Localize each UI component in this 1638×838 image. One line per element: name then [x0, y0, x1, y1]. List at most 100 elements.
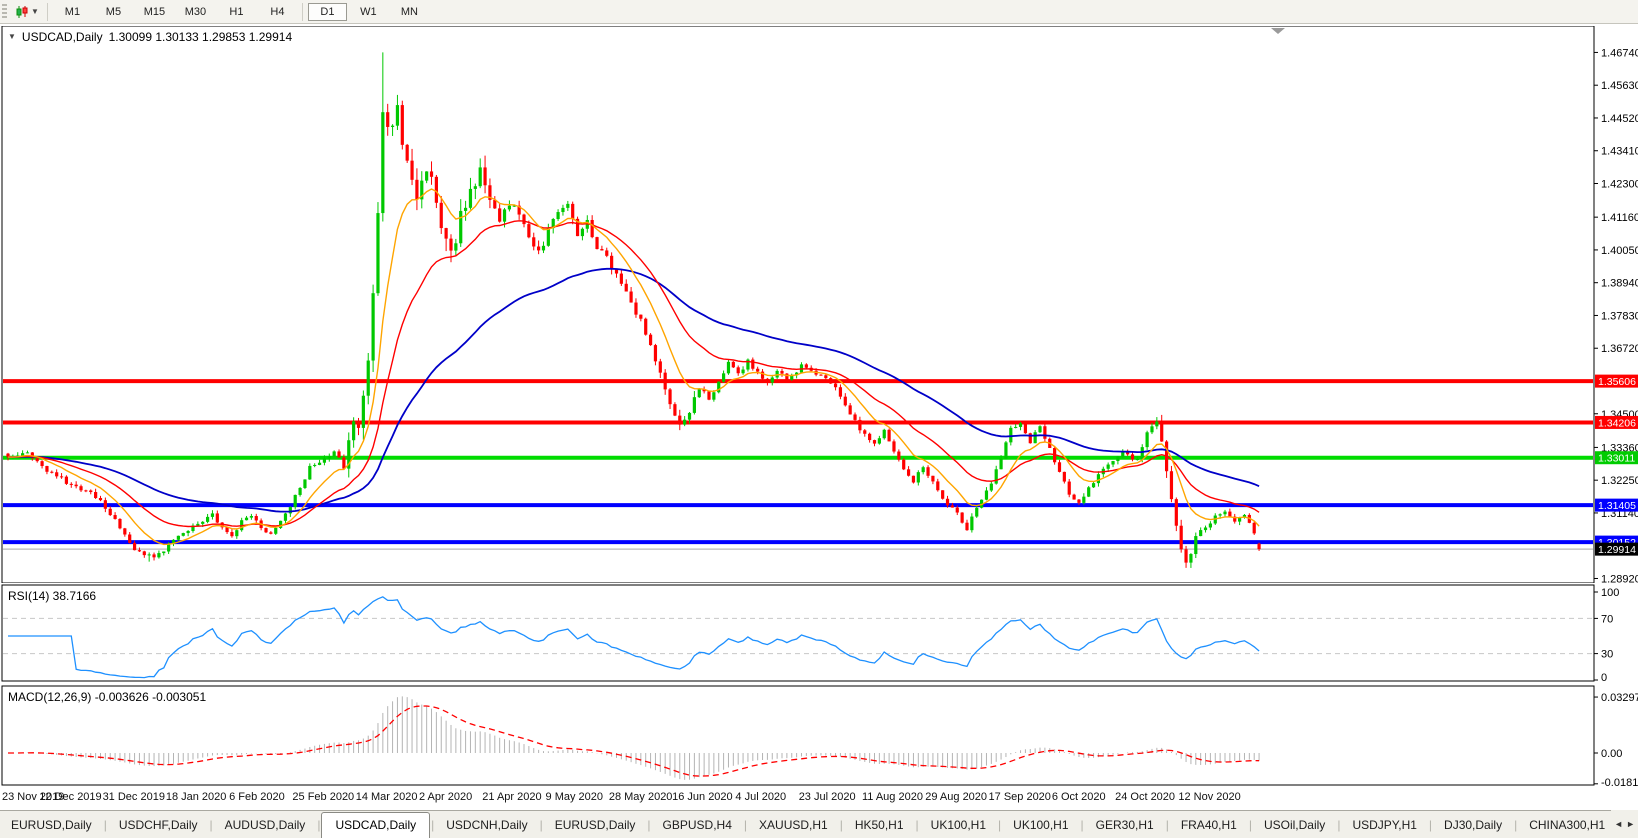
candle-body — [483, 167, 487, 186]
timeframe-button-w1[interactable]: W1 — [349, 3, 388, 21]
chart-type-dropdown-icon[interactable]: ▼ — [31, 7, 39, 16]
tab-usoil-daily[interactable]: USOil,Daily — [1253, 814, 1336, 836]
tab-usdcnh-daily[interactable]: USDCNH,Daily — [435, 814, 538, 836]
tab-usdcad-daily[interactable]: USDCAD,Daily — [321, 811, 431, 838]
tab-usdjpy-h1[interactable]: USDJPY,H1 — [1341, 814, 1427, 836]
price-tick-label: 1.46740 — [1601, 47, 1638, 59]
tab-hk50-h1[interactable]: HK50,H1 — [844, 814, 915, 836]
candle-body — [936, 481, 940, 491]
candle-body — [765, 378, 770, 383]
tab-ger30-h1[interactable]: GER30,H1 — [1085, 814, 1165, 836]
candle-body — [785, 373, 789, 380]
candlestick-chart-icon — [16, 5, 28, 18]
candle-body — [35, 458, 39, 462]
candle-body — [960, 512, 964, 523]
candle-body — [415, 179, 419, 200]
symbol-dropdown-icon[interactable]: ▼ — [8, 33, 16, 41]
chart-type-button[interactable]: ▼ — [11, 4, 43, 20]
candle-body — [590, 219, 594, 238]
candle-body — [356, 421, 361, 428]
price-tick-label: 1.45630 — [1601, 80, 1638, 92]
price-tick-label: 1.40050 — [1601, 245, 1638, 257]
candle-body — [137, 550, 142, 552]
candle-body — [327, 456, 331, 459]
tab-uk100-h1[interactable]: UK100,H1 — [1002, 814, 1079, 836]
timeframe-button-m5[interactable]: M5 — [94, 3, 133, 21]
candle-body — [1218, 514, 1222, 516]
price-tick-label: 1.36720 — [1601, 343, 1638, 355]
tab-eurusd-daily[interactable]: EURUSD,Daily — [0, 814, 103, 836]
date-label: 24 Oct 2020 — [1115, 791, 1176, 803]
tab-uk100-h1[interactable]: UK100,H1 — [920, 814, 997, 836]
candle-body — [25, 452, 30, 454]
candle-body — [945, 498, 950, 506]
tab-audusd-daily[interactable]: AUDUSD,Daily — [214, 814, 317, 836]
timeframe-button-h1[interactable]: H1 — [217, 3, 256, 21]
candle-body — [244, 517, 249, 521]
candle-body — [858, 419, 862, 431]
date-label: 11 Aug 2020 — [861, 791, 923, 803]
date-label: 18 Jan 2020 — [165, 791, 227, 803]
tab-scroll-right-icon[interactable]: ► — [1626, 819, 1635, 829]
candle-body — [726, 361, 731, 374]
candle-body — [644, 318, 648, 335]
candle-body — [824, 375, 828, 379]
date-label: 23 Jul 2020 — [798, 791, 856, 803]
toolbar-grip-handle[interactable] — [2, 3, 7, 20]
rsi-panel-canvas[interactable]: 100 70 30 0 — [0, 584, 1638, 684]
candle-body — [566, 203, 570, 208]
candle-body — [853, 414, 857, 420]
price-tick-label: 1.37830 — [1601, 310, 1638, 322]
timeframe-button-h4[interactable]: H4 — [258, 3, 297, 21]
candle-body — [342, 457, 346, 469]
candle-body — [1038, 426, 1042, 433]
candle-body — [254, 516, 258, 521]
tab-xauusd-h1[interactable]: XAUUSD,H1 — [748, 814, 839, 836]
tab-scroll-left-icon[interactable]: ◄ — [1614, 819, 1623, 829]
price-tag-label: 1.29914 — [1598, 544, 1636, 556]
tab-usdchf-daily[interactable]: USDCHF,Daily — [108, 814, 209, 836]
timeframe-button-mn[interactable]: MN — [390, 3, 429, 21]
candle-body — [162, 551, 166, 554]
tab-eurusd-daily[interactable]: EURUSD,Daily — [544, 814, 647, 836]
candle-body — [1087, 487, 1091, 497]
candle-body — [288, 507, 292, 514]
macd-panel-canvas[interactable]: 0.032972 0.00 -0.018154 — [0, 685, 1638, 787]
candle-body — [283, 513, 288, 521]
candle-body — [1043, 426, 1047, 439]
candle-body — [454, 243, 458, 251]
tab-fra40-h1[interactable]: FRA40,H1 — [1170, 814, 1248, 836]
candle-body — [147, 554, 151, 556]
candle-body — [877, 438, 881, 444]
candle-body — [868, 433, 872, 441]
toolbar-separator — [46, 2, 48, 21]
candle-body — [274, 527, 278, 534]
candle-body — [69, 483, 73, 485]
candle-body — [887, 429, 891, 442]
candle-body — [332, 451, 336, 457]
tab-china300-h1[interactable]: CHINA300,H1 — [1518, 814, 1616, 836]
candle-body — [619, 273, 623, 284]
candle-body — [128, 534, 132, 543]
rsi-tick-label: 30 — [1601, 649, 1613, 661]
candle-body — [79, 486, 83, 491]
timeframe-button-m1[interactable]: M1 — [53, 3, 92, 21]
candle-body — [210, 513, 215, 517]
candle-body — [658, 361, 662, 373]
timeframe-button-m15[interactable]: M15 — [135, 3, 174, 21]
candle-body — [663, 372, 667, 390]
candle-body — [902, 459, 906, 470]
candle-body — [59, 476, 64, 478]
tab-dj30-daily[interactable]: DJ30,Daily — [1433, 814, 1513, 836]
candle-body — [269, 532, 273, 534]
timeframe-button-m30[interactable]: M30 — [176, 3, 215, 21]
tab-gbpusd-h4[interactable]: GBPUSD,H4 — [652, 814, 743, 836]
timeframe-button-d1[interactable]: D1 — [307, 2, 347, 21]
candle-body — [751, 359, 755, 369]
toolbar-separator — [301, 2, 303, 21]
candle-body — [118, 518, 122, 529]
date-label: 25 Feb 2020 — [292, 791, 355, 803]
main-chart-canvas[interactable]: 1.46740 1.45630 1.44520 1.43410 1.42300 1.411… — [0, 26, 1638, 583]
top-toolbar: ▼ M1 M5 M15 M30 H1 H4 D1 W1 MN — [0, 0, 1638, 24]
candle-body — [653, 345, 658, 362]
